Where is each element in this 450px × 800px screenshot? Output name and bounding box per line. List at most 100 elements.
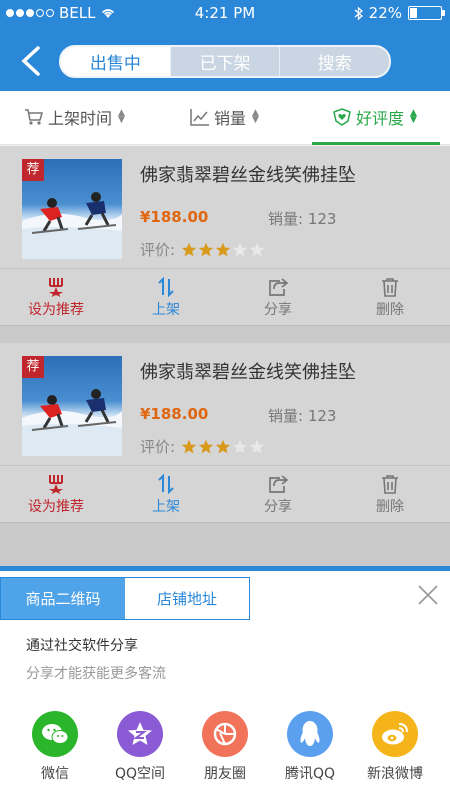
share-label: 分享 [264, 499, 292, 515]
sort-arrows-icon: ▲ ▼ [410, 108, 417, 125]
active-sort-indicator [312, 142, 440, 145]
product-actions: 设为推荐 上架 分享 删除 [0, 268, 450, 326]
product-title[interactable]: 佛家翡翠碧丝金线笑佛挂坠 [140, 358, 356, 384]
product-list: 荐 佛家翡翠碧丝金线笑佛挂坠 ¥188.00 销量: 123 评价: 设为推荐 … [0, 146, 450, 566]
star-empty-icon [232, 242, 248, 256]
star-empty-icon [249, 242, 265, 256]
wechat-icon [32, 711, 78, 757]
star-empty-icon [232, 439, 248, 453]
up-down-arrows-icon [158, 277, 174, 297]
app-header: BELL 4:21 PM 22% 出售中 已下架 搜索 [0, 0, 450, 91]
weibo-icon [372, 711, 418, 757]
shelve-label: 上架 [152, 499, 180, 515]
sort-by-sales[interactable]: 销量 ▲ ▼ [190, 91, 259, 143]
share-target-label: 腾讯QQ [284, 766, 336, 782]
rating-stars [181, 439, 265, 455]
share-qzone[interactable]: QQ空间 [95, 711, 185, 783]
tab-shop-address[interactable]: 店铺地址 [125, 578, 249, 619]
sort-by-rating[interactable]: 好评度 ▲ ▼ [332, 91, 417, 143]
sales-value: 123 [307, 210, 337, 228]
tab-product-qrcode[interactable]: 商品二维码 [1, 578, 125, 619]
chart-icon [190, 109, 209, 126]
qq-icon [287, 711, 333, 757]
sales-label: 销量: [268, 407, 304, 425]
share-tabs: 商品二维码 店铺地址 [0, 577, 250, 620]
sort-by-listing-time[interactable]: 上架时间 ▲ ▼ [24, 91, 125, 143]
battery-icon [408, 6, 445, 20]
qzone-icon [117, 711, 163, 757]
shelve-button[interactable]: 上架 [110, 269, 222, 327]
share-icon [269, 278, 288, 296]
tab-on-sale[interactable]: 出售中 [61, 47, 170, 76]
shelve-button[interactable]: 上架 [110, 466, 222, 524]
recommend-icon [49, 278, 63, 297]
product-title[interactable]: 佛家翡翠碧丝金线笑佛挂坠 [140, 161, 356, 187]
share-button[interactable]: 分享 [222, 466, 334, 524]
star-filled-icon [198, 439, 214, 453]
star-empty-icon [249, 439, 265, 453]
share-wechat[interactable]: 微信 [10, 711, 100, 783]
star-filled-icon [215, 242, 231, 256]
product-sales: 销量: 123 [268, 405, 336, 426]
back-chevron-icon[interactable] [16, 44, 46, 78]
tab-off-shelf[interactable]: 已下架 [169, 47, 280, 76]
product-rating: 评价: [140, 239, 265, 260]
set-recommend-label: 设为推荐 [28, 302, 84, 318]
share-qq[interactable]: 腾讯QQ [265, 711, 355, 783]
sort-label: 上架时间 [48, 109, 113, 128]
close-icon[interactable] [416, 583, 440, 607]
product-image[interactable]: 荐 [22, 159, 122, 259]
product-card[interactable]: 荐 佛家翡翠碧丝金线笑佛挂坠 ¥188.00 销量: 123 评价: 设为推荐 … [0, 146, 450, 326]
battery-percent: 22% [368, 4, 402, 22]
star-filled-icon [198, 242, 214, 256]
sort-label: 好评度 [356, 109, 405, 128]
product-card[interactable]: 荐 佛家翡翠碧丝金线笑佛挂坠 ¥188.00 销量: 123 评价: 设为推荐 … [0, 343, 450, 523]
rating-stars [181, 242, 265, 258]
set-recommend-button[interactable]: 设为推荐 [0, 466, 112, 524]
battery-fill [410, 8, 417, 18]
share-target-label: 微信 [41, 766, 69, 782]
sort-bar: 上架时间 ▲ ▼ 销量 ▲ ▼ 好评度 ▲ ▼ [0, 91, 450, 145]
share-target-label: 朋友圈 [204, 766, 246, 782]
trash-icon [382, 475, 398, 494]
shelve-label: 上架 [152, 302, 180, 318]
delete-button[interactable]: 删除 [334, 466, 446, 524]
cart-icon [25, 109, 43, 125]
sales-value: 123 [307, 407, 337, 425]
share-target-label: 新浪微博 [367, 766, 423, 782]
share-subtitle: 分享才能获能更多客流 [26, 666, 166, 682]
product-sales: 销量: 123 [268, 208, 336, 229]
product-actions: 设为推荐 上架 分享 删除 [0, 465, 450, 523]
delete-button[interactable]: 删除 [334, 269, 446, 327]
sort-label: 销量 [214, 109, 247, 128]
tab-search[interactable]: 搜索 [279, 47, 389, 76]
product-image[interactable]: 荐 [22, 356, 122, 456]
product-price: ¥188.00 [140, 208, 209, 226]
delete-label: 删除 [376, 499, 404, 515]
star-filled-icon [215, 439, 231, 453]
share-button[interactable]: 分享 [222, 269, 334, 327]
share-weibo[interactable]: 新浪微博 [350, 711, 440, 783]
recommend-badge: 荐 [22, 356, 44, 378]
up-down-arrows-icon [158, 474, 174, 494]
set-recommend-button[interactable]: 设为推荐 [0, 269, 112, 327]
share-title: 通过社交软件分享 [26, 638, 138, 654]
share-label: 分享 [264, 302, 292, 318]
recommend-badge: 荐 [22, 159, 44, 181]
sales-label: 销量: [268, 210, 304, 228]
rating-label: 评价: [140, 241, 176, 259]
rating-label: 评价: [140, 438, 176, 456]
share-moments[interactable]: 朋友圈 [180, 711, 270, 783]
share-targets: 微信 QQ空间 朋友圈 腾讯QQ 新浪微博 [0, 711, 450, 791]
sort-arrows-icon: ▲ ▼ [118, 108, 125, 125]
delete-label: 删除 [376, 302, 404, 318]
share-icon [269, 475, 288, 493]
segmented-tabs: 出售中 已下架 搜索 [59, 45, 391, 78]
share-panel: 商品二维码 店铺地址 通过社交软件分享 分享才能获能更多客流 微信 QQ空间 朋… [0, 566, 450, 800]
heart-shield-icon [333, 108, 351, 126]
sort-arrows-icon: ▲ ▼ [252, 108, 259, 125]
trash-icon [382, 278, 398, 297]
status-bar: BELL 4:21 PM 22% [0, 0, 450, 26]
share-target-label: QQ空间 [114, 766, 166, 782]
star-filled-icon [181, 439, 197, 453]
